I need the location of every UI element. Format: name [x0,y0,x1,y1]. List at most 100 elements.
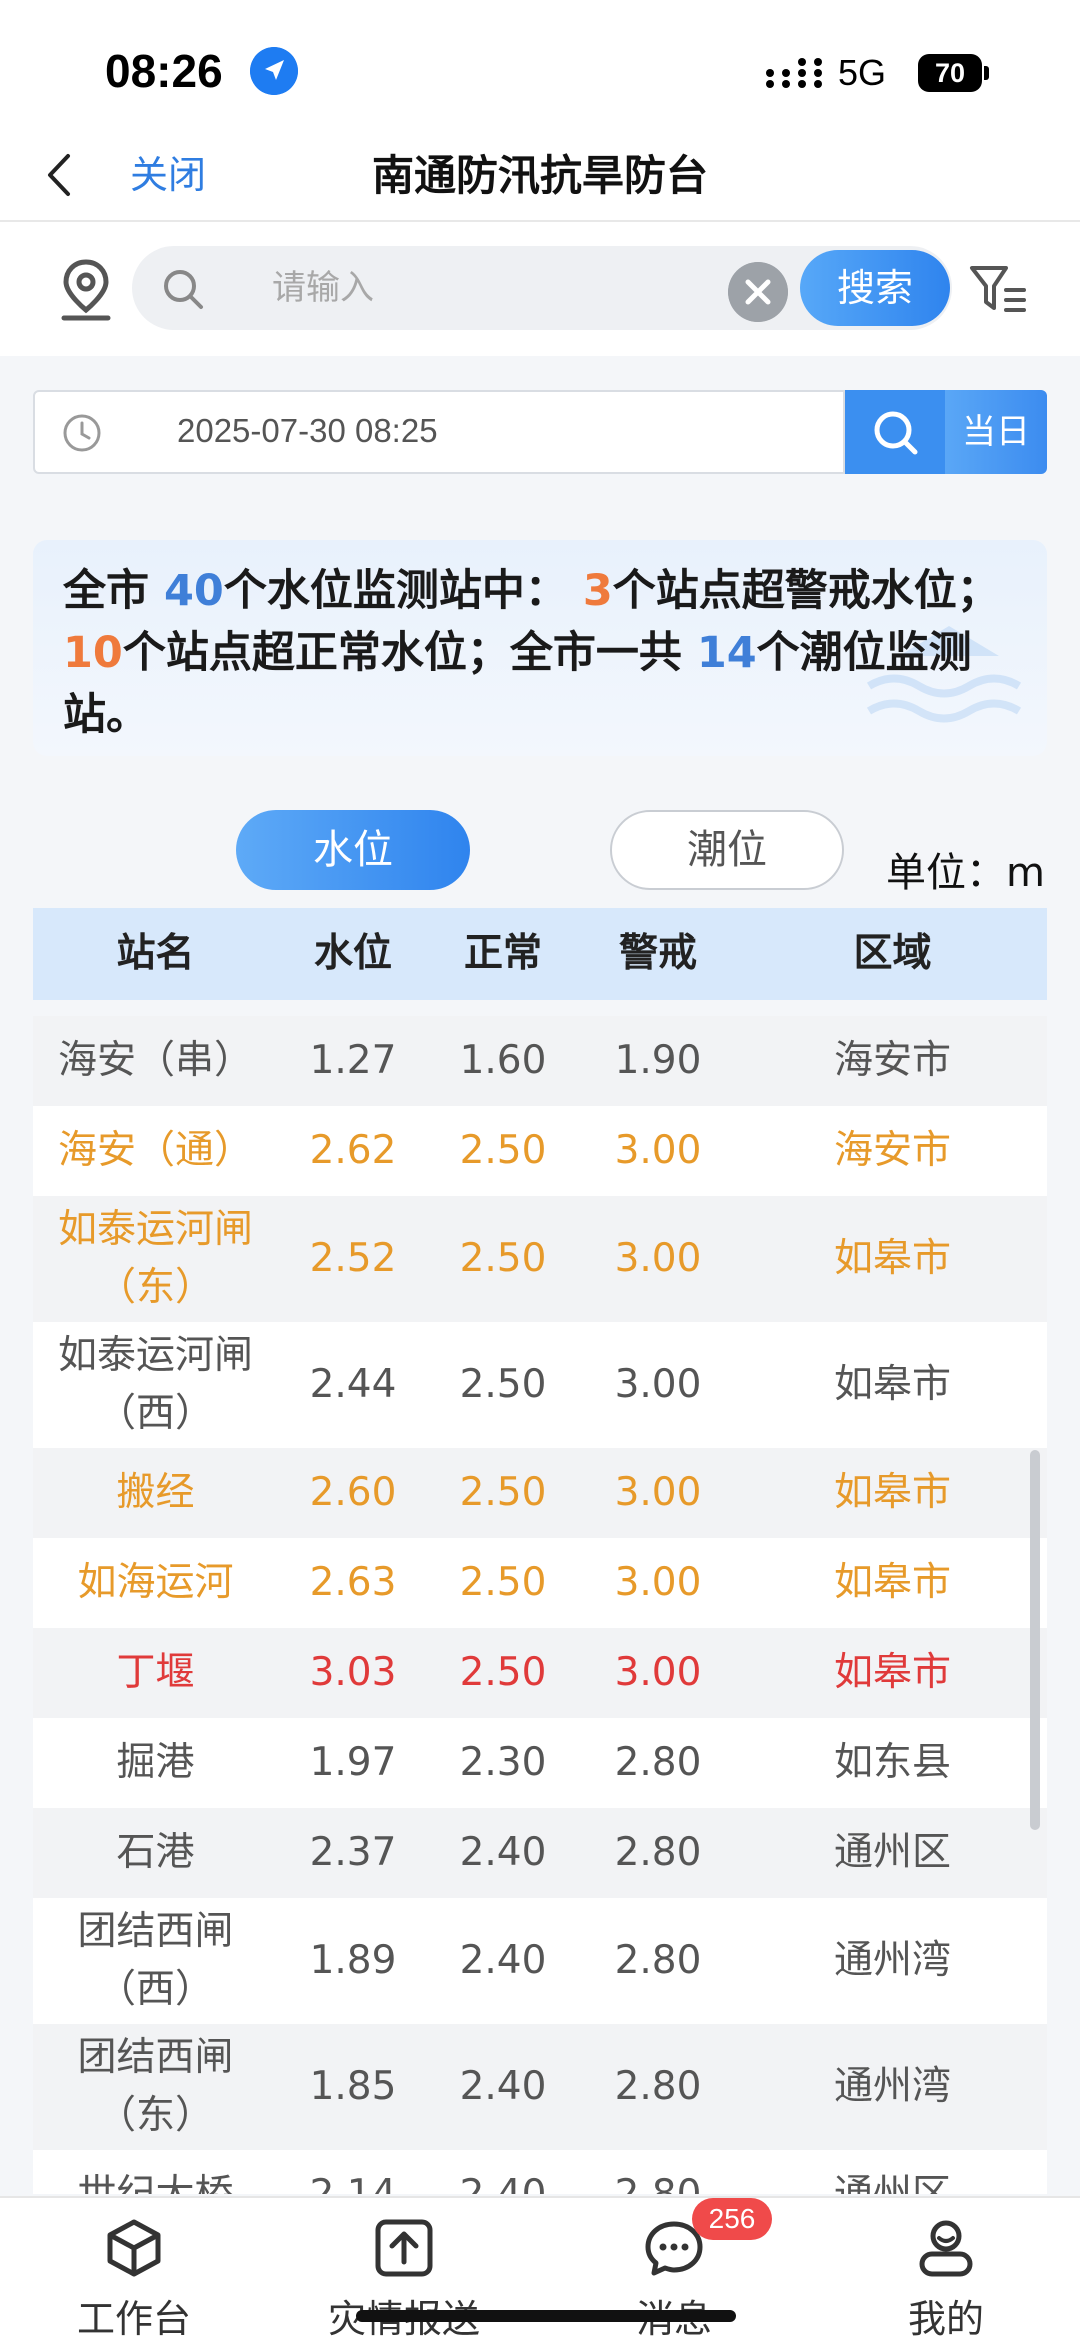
summary-card: 全市 40个水位监测站中： 3个站点超警戒水位； 10个站点超正常水位；全市一共… [33,540,1047,756]
table-row[interactable]: 如泰运河闸（东） 2.52 2.50 3.00 如皋市 [33,1196,1047,1322]
table-row[interactable]: 如海运河 2.63 2.50 3.00 如皋市 [33,1538,1047,1628]
cell-normal-level: 2.50 [459,1128,547,1173]
status-time: 08:26 [105,45,223,97]
clear-search-icon[interactable] [728,262,788,322]
station-table[interactable]: 海安（串） 1.27 1.60 1.90 海安市 海安（通） 2.62 2.50… [33,1016,1047,2194]
table-row[interactable]: 海安（串） 1.27 1.60 1.90 海安市 [33,1016,1047,1106]
cell-normal-level: 2.40 [459,1938,547,1983]
cell-water-level: 1.85 [309,2064,397,2109]
header-water-level: 水位 [313,931,392,976]
cell-normal-level: 2.50 [459,1650,547,1695]
cell-warning-level: 3.00 [614,1236,702,1281]
search-icon [164,270,203,309]
cell-region: 通州区 [833,1830,951,1875]
cell-water-level: 2.60 [309,1470,397,1515]
table-row[interactable]: 丁堰 3.03 2.50 3.00 如皋市 [33,1628,1047,1718]
location-pin-icon[interactable] [56,256,116,326]
cell-station-name: 掘港 [116,1740,195,1785]
cell-station-name: 如泰运河闸（西） [57,1333,253,1436]
network-type: 5G [838,52,887,93]
search-button[interactable]: 搜索 [800,250,950,326]
cell-region: 海安市 [833,1038,951,1083]
cell-warning-level: 2.80 [614,2064,702,2109]
cell-region: 如皋市 [833,1650,951,1695]
battery-indicator: 70 [918,54,982,92]
tab-tide-level[interactable]: 潮位 [610,810,844,890]
cell-normal-level: 2.40 [459,2064,547,2109]
station-total: 40 [163,566,224,616]
header-station-name: 站名 [116,931,195,976]
cell-region: 如东县 [833,1740,951,1785]
table-header: 站名 水位 正常 警戒 区域 [33,908,1047,1000]
nav-workbench-label: 工作台 [76,2297,191,2341]
table-row[interactable]: 海安（通） 2.62 2.50 3.00 海安市 [33,1106,1047,1196]
cell-station-name: 海安（通） [57,1128,253,1173]
tide-station-count: 14 [696,628,757,678]
cell-region: 通州湾 [833,2064,951,2109]
cell-normal-level: 2.30 [459,1740,547,1785]
cell-warning-level: 1.90 [614,1038,702,1083]
table-row[interactable]: 团结西闸（西） 1.89 2.40 2.80 通州湾 [33,1898,1047,2024]
status-bar: 08:26 5G 70 [0,0,1080,130]
cell-normal-level: 2.50 [459,1236,547,1281]
cell-warning-level: 3.00 [614,1560,702,1605]
cell-warning-level: 3.00 [614,1650,702,1695]
cell-normal-level: 2.40 [428,2150,578,2194]
table-scrollbar[interactable] [1030,1450,1040,1830]
cell-water-level: 1.89 [309,1938,397,1983]
search-box: 搜索 [132,246,952,330]
summary-text: 全市 40个水位监测站中： 3个站点超警戒水位； 10个站点超正常水位；全市一共… [63,560,1033,746]
cell-region: 如皋市 [833,1362,951,1407]
table-row[interactable]: 掘港 1.97 2.30 2.80 如东县 [33,1718,1047,1808]
battery-tip [984,66,989,80]
close-button[interactable]: 关闭 [130,144,206,199]
cell-region: 通州湾 [833,1938,951,1983]
home-indicator[interactable] [356,2310,736,2322]
location-arrow-icon [250,47,298,95]
cell-warning-level: 3.00 [614,1362,702,1407]
nav-workbench[interactable]: 工作台 [34,2198,234,2342]
table-row[interactable]: 搬经 2.60 2.50 3.00 如皋市 [33,1448,1047,1538]
cell-normal-level: 2.50 [459,1560,547,1605]
date-search-icon[interactable] [845,390,945,474]
filter-icon[interactable] [966,258,1030,322]
nav-mine[interactable]: 我的 [846,2198,1046,2342]
cell-region: 如皋市 [833,1560,951,1605]
table-row[interactable]: 团结西闸（东） 1.85 2.40 2.80 通州湾 [33,2024,1047,2150]
chevron-left-icon[interactable] [40,150,80,200]
cell-region: 海安市 [833,1128,951,1173]
table-row[interactable]: 如泰运河闸（西） 2.44 2.50 3.00 如皋市 [33,1322,1047,1448]
table-row[interactable]: 世纪大桥 2.14 2.40 2.80 通州区 [33,2150,1047,2194]
message-count-badge: 256 [692,2198,772,2240]
date-picker[interactable]: 2025-07-30 08:25 [33,390,845,474]
cell-water-level: 2.52 [309,1236,397,1281]
user-icon [919,2220,973,2277]
cell-station-name: 如泰运河闸（东） [57,1207,253,1310]
cell-station-name: 团结西闸（东） [77,2035,234,2138]
header-region: 区域 [853,931,932,976]
cell-water-level: 1.27 [309,1038,397,1083]
cell-warning-level: 3.00 [614,1128,702,1173]
cell-warning-level: 2.80 [578,2150,738,2194]
cell-warning-level: 2.80 [614,1830,702,1875]
cell-region: 如皋市 [833,1470,951,1515]
summary-prefix: 全市 [63,566,164,616]
cell-normal-level: 2.40 [459,1830,547,1875]
cell-warning-level: 2.80 [614,1938,702,1983]
nav-mine-label: 我的 [907,2297,984,2341]
over-warning-count: 3 [582,566,613,616]
cell-station-name: 石港 [116,1830,195,1875]
cell-station-name: 海安（串） [57,1038,253,1083]
clock-icon [63,414,101,452]
table-row[interactable]: 石港 2.37 2.40 2.80 通州区 [33,1808,1047,1898]
over-normal-count: 10 [63,628,123,678]
today-button[interactable]: 当日 [945,390,1047,474]
cell-region: 通州区 [738,2150,1047,2194]
tab-water-level[interactable]: 水位 [236,810,470,890]
cell-station-name: 世纪大桥 [33,2150,278,2194]
cell-water-level: 2.62 [309,1128,397,1173]
upload-icon [375,2219,433,2277]
cell-normal-level: 1.60 [459,1038,547,1083]
unit-label: 单位：m [886,850,1045,896]
signal-icon [766,58,822,88]
